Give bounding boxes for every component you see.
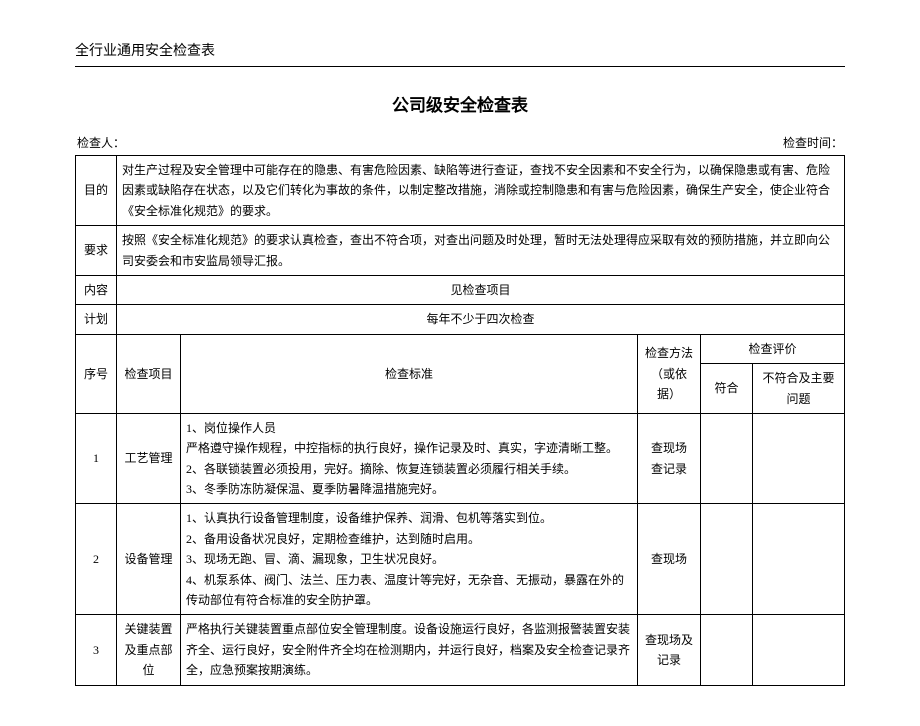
col-std: 检查标准 bbox=[181, 334, 638, 413]
row-ng bbox=[752, 615, 844, 685]
row-item: 关键装置及重点部位 bbox=[117, 615, 181, 685]
table-row: 3 关键装置及重点部位 严格执行关键装置重点部位安全管理制度。设备设施运行良好，… bbox=[76, 615, 845, 685]
row-seq: 2 bbox=[76, 504, 117, 615]
row-std: 1、岗位操作人员严格遵守操作规程，中控指标的执行良好，操作记录及时、真实，字迹清… bbox=[181, 413, 638, 504]
col-eval-ok: 符合 bbox=[700, 364, 752, 414]
content-label: 内容 bbox=[76, 275, 117, 304]
row-ng bbox=[752, 504, 844, 615]
column-header-row-1: 序号 检查项目 检查标准 检查方法（或依据） 检查评价 bbox=[76, 334, 845, 363]
requirement-text: 按照《安全标准化规范》的要求认真检查，查出不符合项，对查出问题及时处理，暂时无法… bbox=[117, 226, 845, 276]
content-text: 见检查项目 bbox=[117, 275, 845, 304]
col-method: 检查方法（或依据） bbox=[637, 334, 700, 413]
requirement-label: 要求 bbox=[76, 226, 117, 276]
table-row: 1 工艺管理 1、岗位操作人员严格遵守操作规程，中控指标的执行良好，操作记录及时… bbox=[76, 413, 845, 504]
table-row: 2 设备管理 1、认真执行设备管理制度，设备维护保养、润滑、包机等落实到位。2、… bbox=[76, 504, 845, 615]
purpose-row: 目的 对生产过程及安全管理中可能存在的隐患、有害危险因素、缺陷等进行查证，查找不… bbox=[76, 156, 845, 226]
requirement-row: 要求 按照《安全标准化规范》的要求认真检查，查出不符合项，对查出问题及时处理，暂… bbox=[76, 226, 845, 276]
meta-row: 检查人： 检查时间： bbox=[75, 134, 845, 151]
row-item: 设备管理 bbox=[117, 504, 181, 615]
row-std: 1、认真执行设备管理制度，设备维护保养、润滑、包机等落实到位。2、备用设备状况良… bbox=[181, 504, 638, 615]
plan-label: 计划 bbox=[76, 305, 117, 334]
col-seq: 序号 bbox=[76, 334, 117, 413]
row-item: 工艺管理 bbox=[117, 413, 181, 504]
row-ok bbox=[700, 413, 752, 504]
document-header: 全行业通用安全检查表 bbox=[75, 40, 845, 67]
row-ok bbox=[700, 504, 752, 615]
checker-label: 检查人： bbox=[77, 134, 125, 151]
row-seq: 3 bbox=[76, 615, 117, 685]
row-method: 查现场及记录 bbox=[637, 615, 700, 685]
row-std: 严格执行关键装置重点部位安全管理制度。设备设施运行良好，各监测报警装置安装齐全、… bbox=[181, 615, 638, 685]
page-title: 公司级安全检查表 bbox=[75, 91, 845, 116]
content-row: 内容 见检查项目 bbox=[76, 275, 845, 304]
date-label: 检查时间： bbox=[783, 134, 843, 151]
plan-text: 每年不少于四次检查 bbox=[117, 305, 845, 334]
col-eval-ng: 不符合及主要问题 bbox=[752, 364, 844, 414]
row-method: 查现场查记录 bbox=[637, 413, 700, 504]
safety-check-table: 目的 对生产过程及安全管理中可能存在的隐患、有害危险因素、缺陷等进行查证，查找不… bbox=[75, 155, 845, 686]
col-eval: 检查评价 bbox=[700, 334, 844, 363]
row-method: 查现场 bbox=[637, 504, 700, 615]
row-seq: 1 bbox=[76, 413, 117, 504]
purpose-label: 目的 bbox=[76, 156, 117, 226]
purpose-text: 对生产过程及安全管理中可能存在的隐患、有害危险因素、缺陷等进行查证，查找不安全因… bbox=[117, 156, 845, 226]
col-item: 检查项目 bbox=[117, 334, 181, 413]
row-ok bbox=[700, 615, 752, 685]
plan-row: 计划 每年不少于四次检查 bbox=[76, 305, 845, 334]
row-ng bbox=[752, 413, 844, 504]
